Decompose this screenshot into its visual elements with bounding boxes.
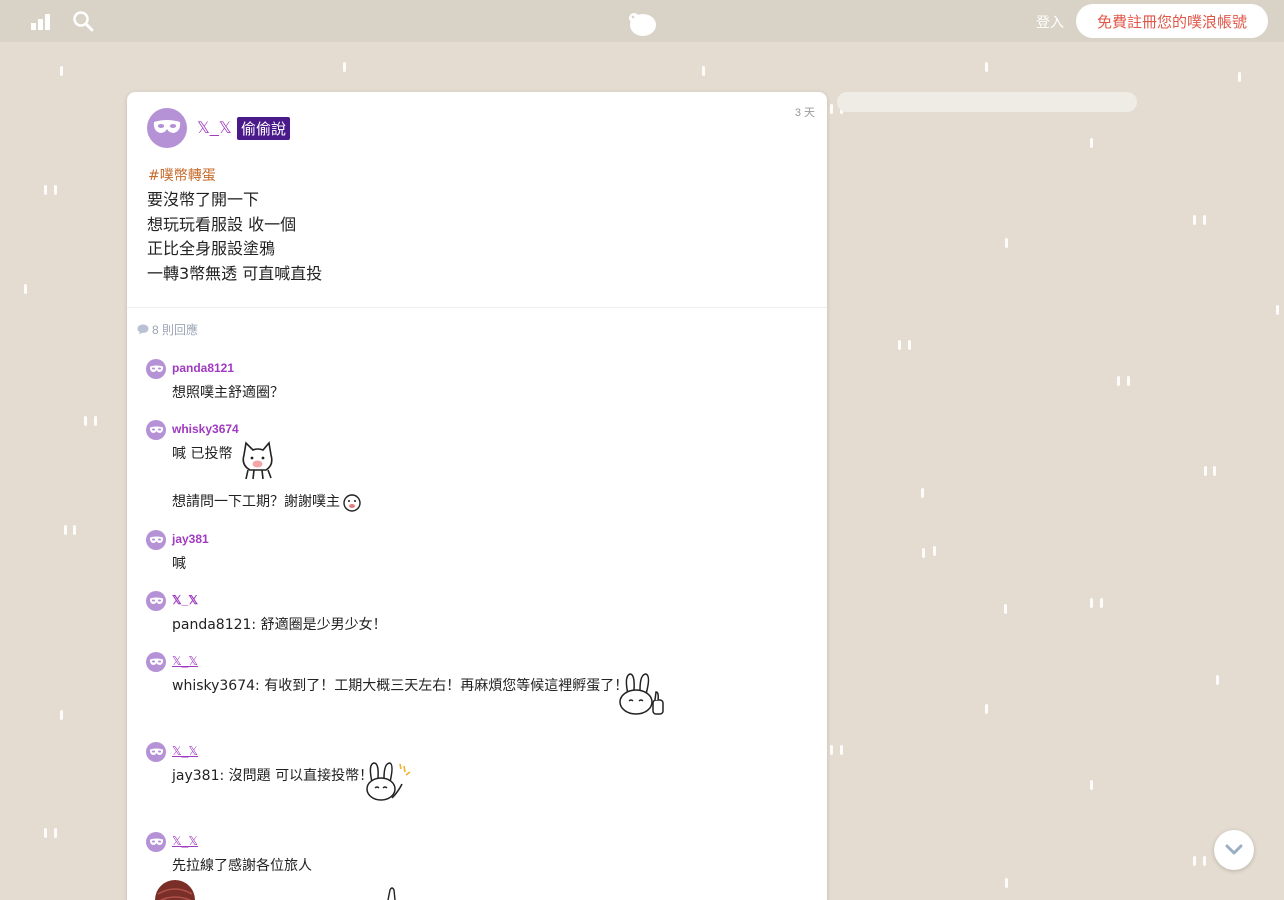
- sidebar-placeholder: [837, 92, 1137, 112]
- avatar[interactable]: [146, 832, 166, 852]
- anonymous-badge: 偷偷說: [237, 117, 291, 140]
- cat-sticker-icon: [242, 441, 273, 480]
- signup-button[interactable]: 免費註冊您的噗浪帳號: [1076, 4, 1268, 38]
- mask-icon: [149, 365, 163, 372]
- response-text: 想請問一下工期？謝謝噗主: [172, 494, 340, 510]
- avatar[interactable]: [146, 742, 166, 762]
- comment-icon: [137, 324, 149, 335]
- scroll-down-button[interactable]: [1214, 830, 1254, 870]
- top-bar: 登入 免費註冊您的噗浪帳號: [0, 0, 1284, 42]
- post-content: 要沒幣了開一下 想玩玩看服設 收一個 正比全身服設塗鴉 一轉3幣無透 可直喊直投: [147, 190, 323, 283]
- reply-count-label: 8 則回應: [152, 323, 199, 337]
- response-text: 先拉線了感謝各位旅人: [172, 858, 312, 874]
- doodle-sticker-icon: [387, 887, 396, 900]
- response-author[interactable]: 𝕏_𝕏: [172, 834, 198, 848]
- response-author[interactable]: whisky3674: [172, 422, 239, 436]
- post-time[interactable]: 3 天: [795, 104, 815, 120]
- blob-sticker-icon: [343, 494, 361, 512]
- mask-icon: [149, 748, 163, 755]
- avatar[interactable]: [147, 108, 187, 148]
- response-author[interactable]: panda8121: [172, 361, 234, 375]
- yarn-ball-sticker-icon: [155, 880, 195, 900]
- mask-icon: [149, 838, 163, 845]
- reply-count[interactable]: 8 則回應: [137, 321, 198, 338]
- response-text: whisky3674: 有收到了！工期大概三天左右！再麻煩您等候這裡孵蛋了！: [172, 678, 629, 694]
- avatar[interactable]: [146, 591, 166, 611]
- avatar[interactable]: [146, 652, 166, 672]
- mask-icon: [153, 120, 181, 133]
- mask-icon: [149, 536, 163, 543]
- response-text: 想照噗主舒適圈？: [172, 385, 284, 401]
- chevron-down-icon: [1225, 844, 1243, 855]
- bunny-cheer-sticker-icon: [366, 762, 411, 801]
- bunny-thumbsup-sticker-icon: [619, 673, 664, 715]
- response-text: jay381: 沒問題 可以直接投幣！: [172, 768, 374, 784]
- mask-icon: [149, 597, 163, 604]
- hashtag-link[interactable]: #噗幣轉蛋: [148, 165, 216, 185]
- response-text: panda8121: 舒適圈是少男少女！: [172, 617, 387, 633]
- login-link[interactable]: 登入: [1036, 12, 1064, 32]
- response-author[interactable]: 𝕏_𝕏: [172, 654, 198, 668]
- avatar[interactable]: [146, 530, 166, 550]
- plurk-card: 3 天 𝕏_𝕏 偷偷說 #噗幣轉蛋 要沒幣了開一下 想玩玩看服設 收一個 正比全…: [127, 92, 827, 900]
- mask-icon: [149, 426, 163, 433]
- response-author[interactable]: 𝕏_𝕏: [172, 593, 198, 607]
- response-author[interactable]: 𝕏_𝕏: [172, 744, 198, 758]
- avatar[interactable]: [146, 420, 166, 440]
- response-author[interactable]: jay381: [172, 532, 209, 546]
- search-icon[interactable]: [72, 10, 94, 32]
- chart-icon[interactable]: [30, 10, 52, 32]
- response-text: 喊: [172, 556, 186, 572]
- logo-icon[interactable]: [626, 8, 658, 38]
- avatar[interactable]: [146, 359, 166, 379]
- divider: [127, 307, 827, 308]
- mask-icon: [149, 658, 163, 665]
- response-text: 喊 已投幣: [172, 446, 233, 462]
- post-author[interactable]: 𝕏_𝕏: [197, 118, 232, 138]
